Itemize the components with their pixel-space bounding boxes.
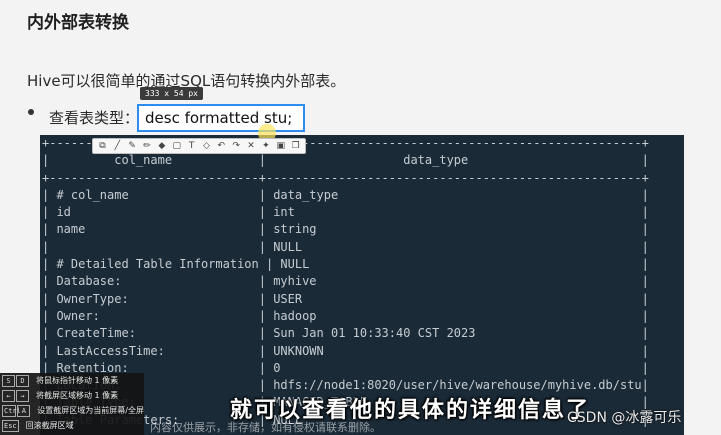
page-title: 内外部表转换 <box>27 13 129 33</box>
eraser-icon[interactable]: ◇ <box>200 140 213 152</box>
text-icon[interactable]: T <box>185 140 198 152</box>
key-left: ← <box>2 389 15 402</box>
hint-text: 将鼠标指针移动 1 像素 <box>36 376 119 385</box>
terminal-line: | | NULL | <box>42 239 649 254</box>
hint-text: 回滚截屏区域 <box>25 421 74 430</box>
key-a: A <box>17 404 31 417</box>
terminal-line: | LastAccessTime: | UNKNOWN | <box>42 343 649 358</box>
pencil-icon[interactable]: ✏ <box>141 140 154 152</box>
bullet-icon <box>28 109 34 115</box>
pen-icon[interactable]: ✎ <box>126 140 139 152</box>
crop-icon[interactable]: ⧉ <box>96 140 109 152</box>
watermark: CSDN @冰露可乐 <box>567 410 682 426</box>
copy-icon[interactable]: ❐ <box>289 140 302 152</box>
terminal-line: | Owner: | hadoop | <box>42 308 649 323</box>
hint-row: S D 将鼠标指针移动 1 像素 <box>0 373 144 388</box>
terminal-line: | OwnerType: | USER | <box>42 291 649 306</box>
terminal-line: | CreateTime: | Sun Jan 01 10:33:40 CST … <box>42 326 649 341</box>
terminal-line: | # Detailed Table Information | NULL | <box>42 257 649 272</box>
video-subtitle: 就可以查看他的具体的详细信息了 <box>230 398 591 423</box>
command-code[interactable]: desc formatted stu; <box>137 104 305 132</box>
save-icon[interactable]: ▣ <box>274 140 287 152</box>
line-icon[interactable]: ╱ <box>111 140 124 152</box>
terminal-line: | # col_name | data_type | <box>42 187 649 202</box>
hint-row: Ctrl A 设置截屏区域为当前屏幕/全屏 <box>0 403 144 418</box>
terminal-line: | id | int | <box>42 205 649 220</box>
shortcut-hint-panel: S D 将鼠标指针移动 1 像素 ← → 将截屏区域移动 1 像素 Ctrl A… <box>0 373 144 435</box>
document-page: 内外部表转换 Hive可以很简单的通过SQL语句转换内外部表。 查看表类型： d… <box>0 0 721 435</box>
key-s: S <box>2 374 15 387</box>
bullet-label: 查看表类型： <box>49 109 140 127</box>
marker-icon[interactable]: ◆ <box>155 140 168 152</box>
pin-icon[interactable]: ✦ <box>259 140 272 152</box>
key-right: → <box>16 389 29 402</box>
key-esc: Esc <box>2 419 19 432</box>
key-d: D <box>16 374 29 387</box>
terminal-line: | name | string | <box>42 222 649 237</box>
rect-icon[interactable]: ▢ <box>170 140 183 152</box>
close-icon[interactable]: ✕ <box>245 140 258 152</box>
terminal-line: +-----------------------------+---------… <box>42 170 649 185</box>
terminal-line: | Database: | myhive | <box>42 274 649 289</box>
selection-size-tooltip: 333 x 54 px <box>140 87 203 100</box>
terminal-line: | col_name | data_type | <box>42 153 649 168</box>
hint-row: ← → 将截屏区域移动 1 像素 <box>0 388 144 403</box>
redo-icon[interactable]: ↷ <box>230 140 243 152</box>
hint-row: Esc 回滚截屏区域 <box>0 418 144 433</box>
key-ctrl: Ctrl <box>2 404 21 417</box>
undo-icon[interactable]: ↶ <box>215 140 228 152</box>
hint-text: 将截屏区域移动 1 像素 <box>36 391 119 400</box>
screenshot-toolbar: ⧉ ╱ ✎ ✏ ◆ ▢ T ◇ ↶ ↷ ✕ ✦ ▣ ❐ <box>92 138 306 154</box>
hint-text: 设置截屏区域为当前屏幕/全屏 <box>37 406 144 415</box>
